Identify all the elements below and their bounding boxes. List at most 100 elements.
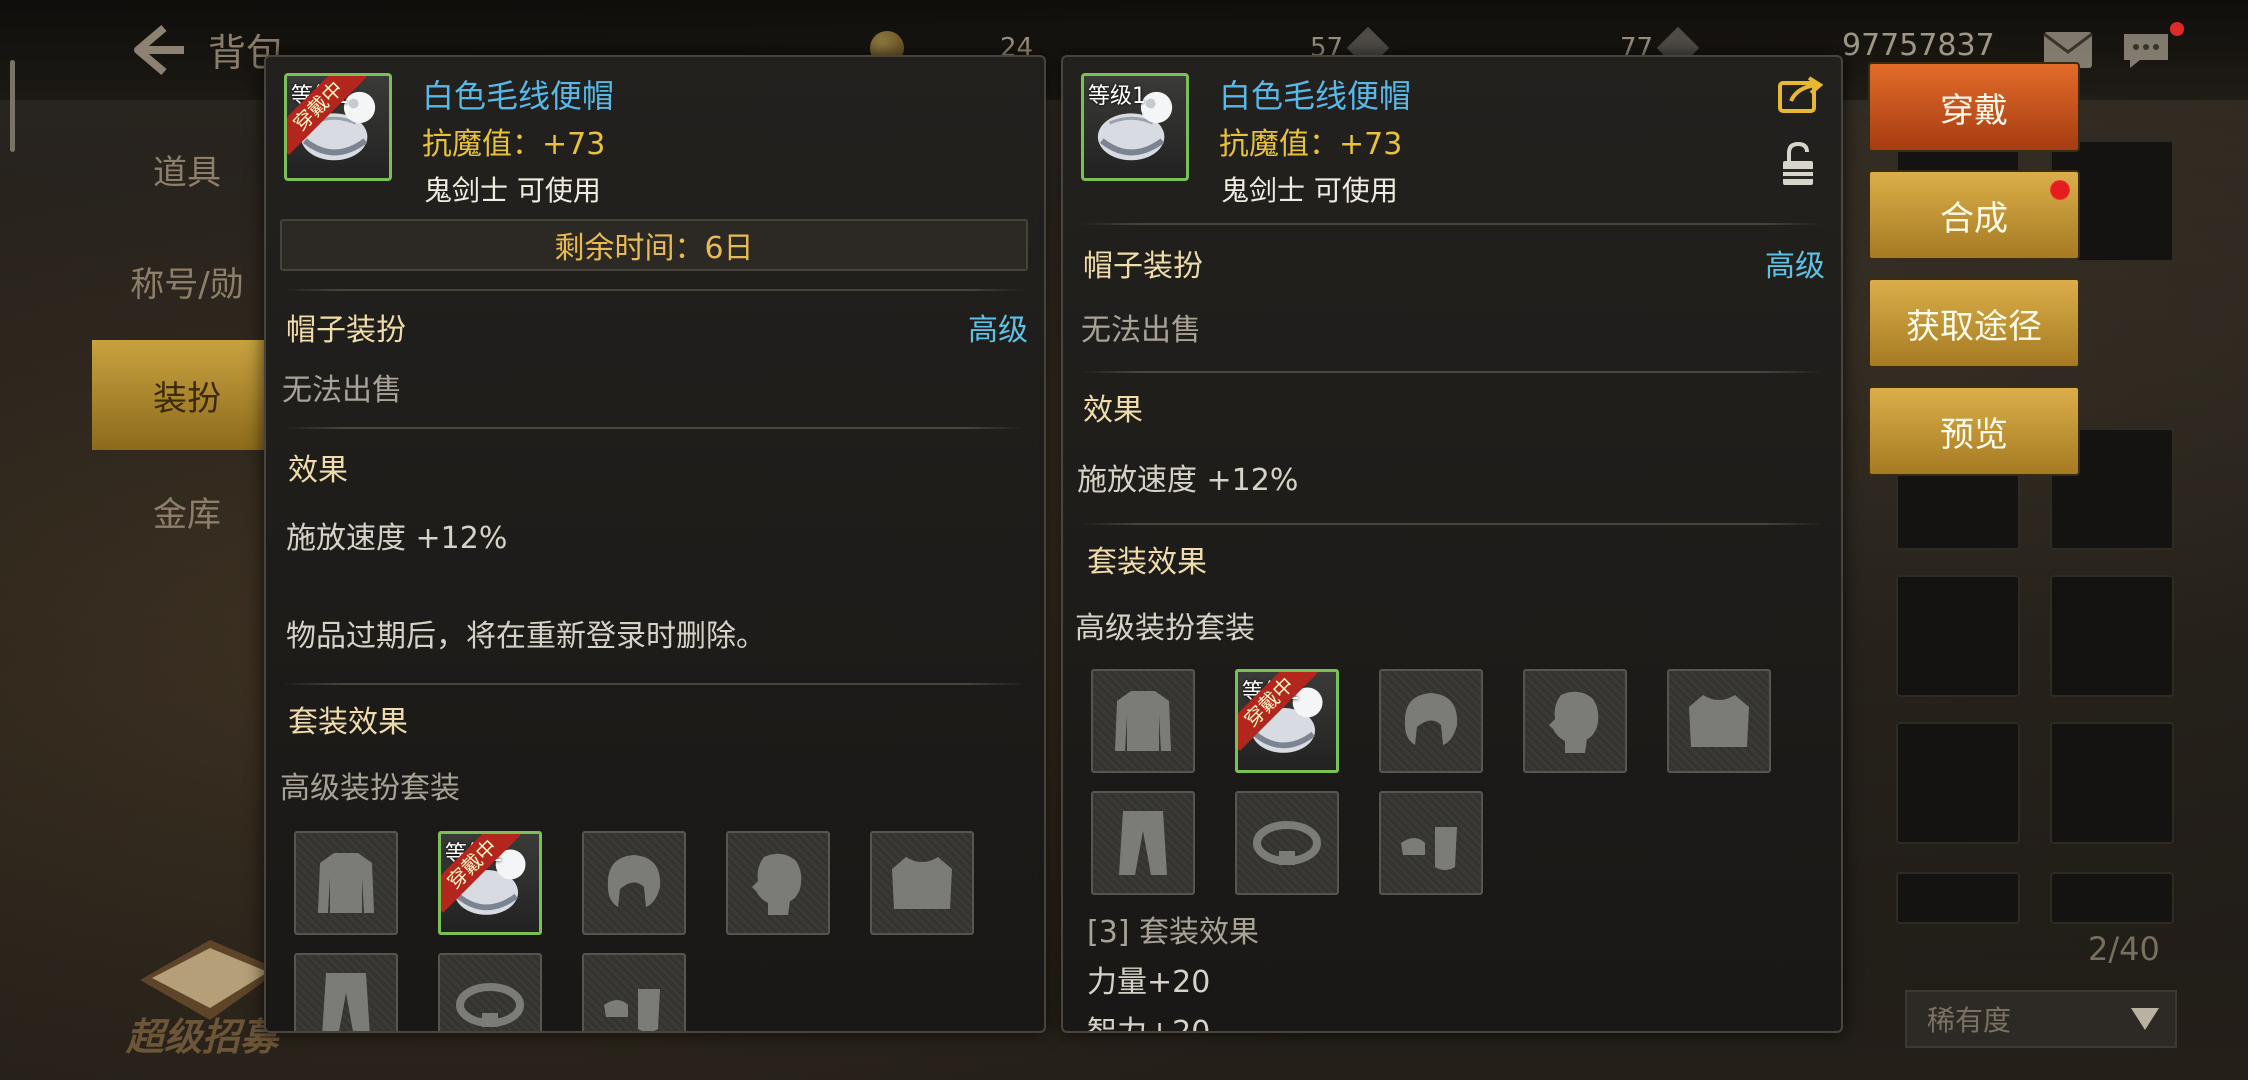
head-silhouette-icon: [1549, 691, 1599, 753]
notification-dot: [2050, 180, 2070, 200]
set-slot-pants[interactable]: [294, 953, 398, 1031]
item-stat: 抗魔值：+73: [422, 127, 606, 162]
inventory-slot[interactable]: [1896, 872, 2020, 924]
sidebar-item-label: 称号/勋: [130, 264, 244, 305]
notification-dot: [2170, 22, 2184, 36]
set-slot-hair[interactable]: [1379, 669, 1483, 773]
belt-icon: [456, 983, 524, 1027]
set-slot-pants[interactable]: [1091, 791, 1195, 895]
hair-icon: [607, 855, 661, 907]
effect-value: 施放速度 +12%: [1077, 463, 1299, 498]
synthesize-button-label: 合成: [1940, 198, 2008, 239]
equipped-item-tooltip: 等级1 穿戴中 白色毛线便帽 抗魔值：+73 鬼剑士 可使用 剩余时间：6日 帽…: [264, 55, 1046, 1033]
set-effect-title: 套装效果: [1087, 545, 1207, 580]
item-grade: 高级: [968, 313, 1028, 348]
sell-note: 无法出售: [282, 373, 402, 408]
set-bonus-value: 力量+20: [1087, 965, 1211, 1000]
divider: [1079, 371, 1823, 373]
inventory-slot[interactable]: [2050, 575, 2174, 697]
effect-title: 效果: [1083, 393, 1143, 428]
sell-note: 无法出售: [1081, 313, 1201, 348]
divider: [1079, 523, 1823, 525]
set-slot-belt[interactable]: [438, 953, 542, 1031]
back-arrow-icon[interactable]: [128, 22, 188, 78]
divider: [1079, 223, 1823, 225]
inventory-slot[interactable]: [2050, 872, 2174, 924]
level-tag: 等级1: [1088, 84, 1146, 109]
set-slot-chest[interactable]: [1667, 669, 1771, 773]
recruit-banner-text: 超级招募: [126, 1015, 279, 1059]
jacket-icon: [1115, 691, 1171, 751]
inventory-slot[interactable]: [1896, 722, 2020, 844]
set-slot-hair[interactable]: [582, 831, 686, 935]
set-bonus-title: [3] 套装效果: [1087, 915, 1260, 950]
gold-count: 97757837: [1842, 28, 1995, 63]
sidebar-item-titles[interactable]: 称号/勋: [92, 226, 282, 336]
sidebar-item-label: 金库: [153, 494, 221, 535]
expire-note: 物品过期后，将在重新登录时删除。: [286, 619, 766, 654]
item-category: 帽子装扮: [1083, 249, 1203, 284]
effect-title: 效果: [288, 453, 348, 488]
unlock-icon[interactable]: [1781, 141, 1815, 187]
set-slot-hat[interactable]: 等级1 穿戴中: [1235, 669, 1339, 773]
preview-button[interactable]: 预览: [1868, 386, 2080, 476]
sidebar-item-items[interactable]: 道具: [92, 114, 282, 224]
sidebar-item-label: 道具: [153, 152, 221, 193]
item-name: 白色毛线便帽: [1219, 77, 1412, 115]
inventory-count: 2/40: [2088, 930, 2160, 968]
divider: [282, 683, 1026, 685]
item-thumbnail: 等级1 穿戴中: [284, 73, 392, 181]
pants-icon: [1119, 811, 1167, 875]
item-grade: 高级: [1765, 249, 1825, 284]
set-slot-face[interactable]: [1523, 669, 1627, 773]
shoes-icon: [1401, 827, 1457, 870]
item-category: 帽子装扮: [286, 313, 406, 348]
set-effect-title: 套装效果: [288, 705, 408, 740]
sidebar-item-avatar[interactable]: 装扮: [92, 340, 282, 450]
chat-icon[interactable]: [2120, 30, 2172, 70]
item-name: 白色毛线便帽: [422, 77, 615, 115]
inventory-slot[interactable]: [1896, 575, 2020, 697]
set-slot-top[interactable]: [294, 831, 398, 935]
set-slot-hat[interactable]: 等级1 穿戴中: [438, 831, 542, 935]
remaining-time-text: 剩余时间：6日: [554, 231, 754, 266]
sidebar-item-label: 装扮: [153, 378, 221, 419]
effect-value: 施放速度 +12%: [286, 521, 508, 556]
set-slot-chest[interactable]: [870, 831, 974, 935]
shirt-icon: [892, 857, 952, 909]
set-slot-belt[interactable]: [1235, 791, 1339, 895]
obtain-route-button[interactable]: 获取途径: [1868, 278, 2080, 368]
inventory-slot[interactable]: [2050, 722, 2174, 844]
set-slot-top[interactable]: [1091, 669, 1195, 773]
set-slot-face[interactable]: [726, 831, 830, 935]
usable-by: 鬼剑士 可使用: [424, 174, 601, 207]
sidebar-item-vault[interactable]: 金库: [92, 456, 282, 566]
set-slot-shoes[interactable]: [582, 953, 686, 1031]
shirt-icon: [1689, 695, 1749, 747]
sort-dropdown-value: 稀有度: [1927, 1004, 2012, 1037]
edge-scroll-indicator: [10, 60, 15, 152]
set-name: 高级装扮套装: [280, 771, 460, 806]
selected-item-tooltip: 等级1 白色毛线便帽 抗魔值：+73 鬼剑士 可使用 帽子装扮 高级 无法出售 …: [1061, 55, 1843, 1033]
item-stat: 抗魔值：+73: [1219, 127, 1403, 162]
set-slot-shoes[interactable]: [1379, 791, 1483, 895]
set-name: 高级装扮套装: [1075, 611, 1255, 646]
sort-dropdown[interactable]: 稀有度: [1905, 990, 2177, 1048]
pants-icon: [322, 973, 370, 1031]
wear-button[interactable]: 穿戴: [1868, 62, 2080, 152]
shoes-icon: [604, 989, 660, 1031]
jacket-icon: [318, 853, 374, 913]
preview-button-label: 预览: [1940, 414, 2008, 455]
head-silhouette-icon: [752, 853, 802, 915]
hair-icon: [1404, 693, 1458, 745]
share-icon[interactable]: [1777, 75, 1823, 113]
synthesize-button[interactable]: 合成: [1868, 170, 2080, 260]
set-bonus-value-cut: 智力+20: [1087, 1015, 1211, 1033]
belt-icon: [1253, 821, 1321, 865]
usable-by: 鬼剑士 可使用: [1221, 174, 1398, 207]
chevron-down-icon: [2131, 1008, 2159, 1030]
item-thumbnail: 等级1: [1081, 73, 1189, 181]
obtain-route-button-label: 获取途径: [1906, 306, 2042, 347]
divider: [282, 427, 1026, 429]
divider: [282, 289, 1026, 291]
